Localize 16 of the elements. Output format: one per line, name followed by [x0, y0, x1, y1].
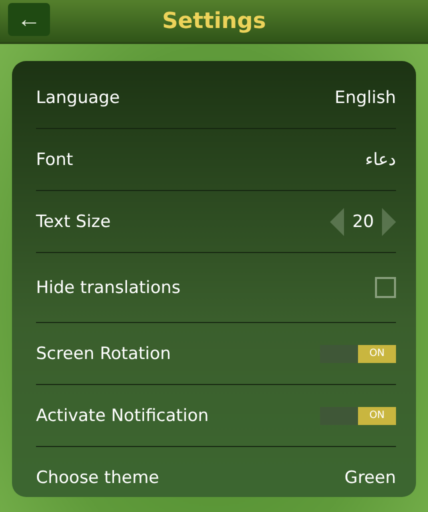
back-button[interactable]: ←: [8, 3, 50, 36]
setting-value[interactable]: Green: [344, 468, 396, 488]
setting-label: Hide translations: [36, 278, 180, 298]
screen-title: Settings: [162, 8, 266, 34]
left-arrow-icon[interactable]: [330, 208, 344, 236]
setting-label: Font: [36, 150, 74, 170]
setting-label: Text Size: [36, 212, 111, 232]
right-arrow-icon[interactable]: [382, 208, 396, 236]
setting-label: Language: [36, 88, 120, 108]
setting-label: Activate Notification: [36, 406, 209, 426]
text-size-value: 20: [352, 212, 374, 232]
setting-value[interactable]: دعاء: [365, 150, 396, 170]
checkbox[interactable]: [375, 277, 396, 298]
setting-label: Choose theme: [36, 468, 160, 488]
setting-value[interactable]: English: [334, 88, 396, 108]
setting-label: Screen Rotation: [36, 344, 171, 364]
